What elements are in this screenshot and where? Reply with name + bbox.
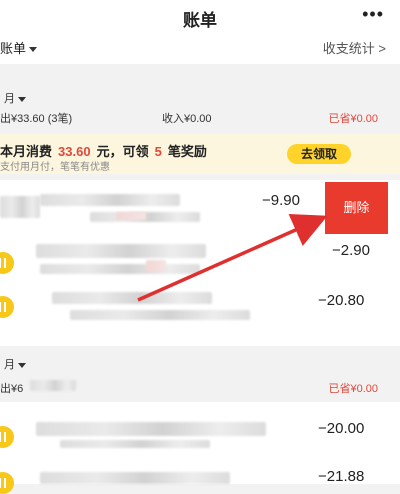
month-label: 月 xyxy=(4,359,15,371)
month-selector[interactable]: 月 xyxy=(4,90,26,106)
page-title: 账单 xyxy=(183,11,217,30)
month-saved: 已省¥0.00 xyxy=(328,113,378,125)
caret-down-icon xyxy=(18,96,26,102)
transaction-row[interactable]: −2.90 xyxy=(0,236,400,291)
redacted-tag xyxy=(146,260,166,272)
redacted-merchant-name xyxy=(40,194,180,206)
banner-reward-count: 5 xyxy=(154,144,162,159)
bill-filter-label: 账单 xyxy=(0,41,27,56)
reward-banner-subtitle: 支付用月付，笔笔有优惠 xyxy=(0,162,110,173)
transaction-amount: −21.88 xyxy=(318,468,365,485)
transaction-amount: −9.90 xyxy=(262,192,300,209)
month-summary: 月 出¥6 已省¥0.00 xyxy=(0,346,400,402)
month-expense: 出¥33.60 (3笔) xyxy=(0,113,73,125)
coin-icon xyxy=(0,472,14,494)
month-summary: 月 出¥33.60 (3笔) 收入¥0.00 已省¥0.00 xyxy=(0,84,400,134)
filter-bar: 账单 收支统计 > xyxy=(0,34,400,64)
month-saved: 已省¥0.00 xyxy=(328,383,378,395)
month-expense: 出¥6 xyxy=(0,383,24,395)
month-selector[interactable]: 月 xyxy=(4,356,26,372)
month-label: 月 xyxy=(4,93,15,105)
redacted-merchant-name xyxy=(36,244,206,258)
delete-button[interactable]: 删除 xyxy=(325,182,388,234)
banner-mid: 元，可领 xyxy=(96,144,149,159)
month-income: 收入¥0.00 xyxy=(162,113,212,125)
transaction-row[interactable]: −21.88 xyxy=(0,456,400,494)
redacted-merchant-name xyxy=(52,292,212,304)
more-horizontal-icon[interactable]: ••• xyxy=(362,4,384,25)
app-header: 账单 ••• xyxy=(0,0,400,34)
transaction-row[interactable]: −20.00 xyxy=(0,402,400,457)
coin-icon xyxy=(0,252,14,274)
income-expense-stats-link[interactable]: 收支统计 > xyxy=(323,38,386,57)
banner-prefix: 本月消费 xyxy=(0,144,53,159)
transaction-row[interactable]: −20.80 xyxy=(0,290,400,346)
transaction-amount: −20.00 xyxy=(318,420,365,437)
coin-icon xyxy=(0,296,14,318)
transaction-amount: −2.90 xyxy=(332,242,370,259)
transaction-amount: −20.80 xyxy=(318,292,365,309)
reward-banner: 本月消费 33.60 元，可领 5 笔奖励 支付用月付，笔笔有优惠 去领取 xyxy=(0,134,400,174)
redacted-merchant-name xyxy=(36,422,266,436)
redacted-merchant-icon xyxy=(0,196,40,218)
caret-down-icon xyxy=(29,47,38,53)
bill-filter-dropdown[interactable]: 账单 xyxy=(0,38,38,57)
redacted-transaction-detail xyxy=(70,310,250,320)
banner-suffix: 笔奖励 xyxy=(167,144,207,159)
coin-icon xyxy=(0,426,14,448)
redacted-expense-value xyxy=(30,380,76,391)
redacted-merchant-name xyxy=(40,472,230,484)
caret-down-icon xyxy=(18,362,26,368)
redacted-transaction-detail xyxy=(40,264,200,274)
redacted-tag xyxy=(116,212,146,220)
claim-reward-button[interactable]: 去领取 xyxy=(287,144,351,164)
redacted-transaction-detail xyxy=(60,440,210,448)
banner-spent-amount: 33.60 xyxy=(58,144,91,159)
